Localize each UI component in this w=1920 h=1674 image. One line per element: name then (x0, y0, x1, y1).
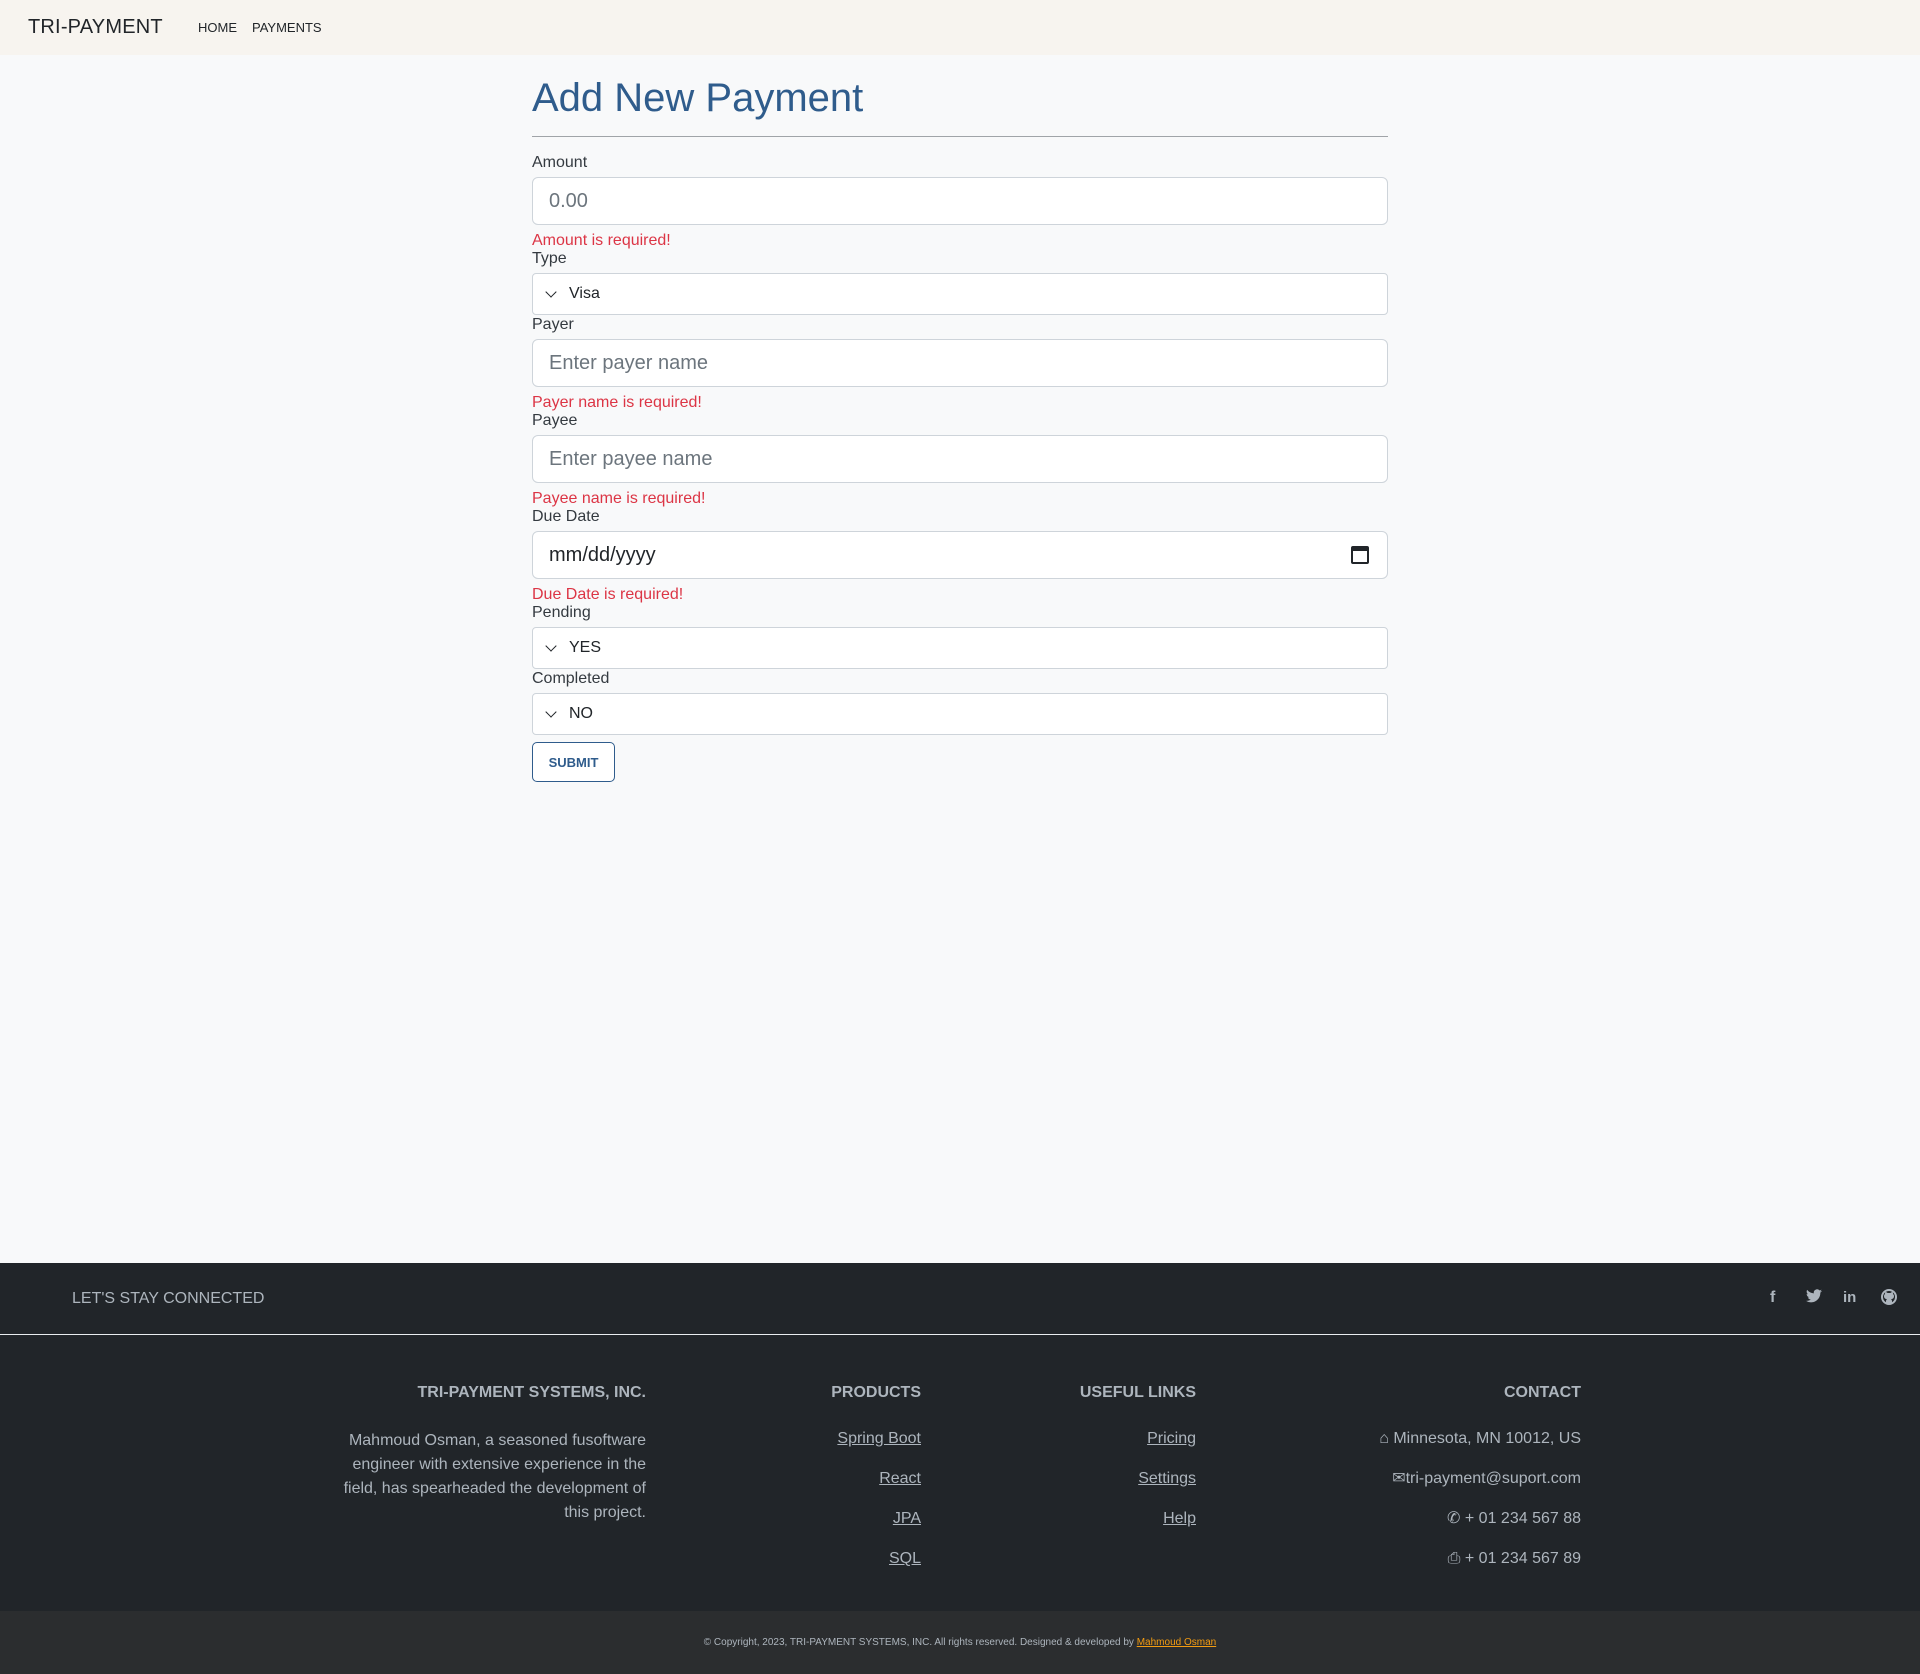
company-title: TRI-PAYMENT SYSTEMS, INC. (417, 1384, 646, 1401)
payee-error: Payee name is required! (532, 490, 706, 507)
chevron-down-icon (545, 705, 557, 718)
contact-title: CONTACT (1503, 1384, 1581, 1401)
footer-products-column: PRODUCTS Spring Boot React JPA SQL (780, 1384, 921, 1589)
navbar: TRI-PAYMENT HOME PAYMENTS (0, 0, 1920, 55)
type-select[interactable]: Visa (532, 273, 1388, 315)
nav-payments-link[interactable]: PAYMENTS (252, 20, 322, 35)
stay-connected-text: LET'S STAY CONNECTED (72, 1290, 265, 1307)
payer-error: Payer name is required! (532, 394, 702, 411)
contact-phone: ✆ + 01 234 567 88 (1447, 1510, 1581, 1527)
submit-button[interactable]: SUBMIT (532, 742, 615, 782)
calendar-icon[interactable] (1351, 546, 1369, 564)
type-select-value: Visa (569, 285, 600, 302)
due-date-error: Due Date is required! (532, 586, 684, 603)
product-link-jpa[interactable]: JPA (780, 1509, 921, 1549)
useful-link-help[interactable]: Help (1040, 1509, 1196, 1549)
payer-input[interactable]: Enter payer name (532, 339, 1388, 387)
due-date-label: Due Date (532, 508, 600, 525)
footer-useful-links-column: USEFUL LINKS Pricing Settings Help (1040, 1384, 1196, 1549)
facebook-icon[interactable]: f (1770, 1289, 1775, 1307)
product-link-sql[interactable]: SQL (780, 1549, 921, 1589)
contact-address: ⌂ Minnesota, MN 10012, US (1379, 1430, 1581, 1447)
payer-label: Payer (532, 316, 574, 333)
printer-icon: ⎙ (1447, 1550, 1461, 1567)
useful-link-pricing[interactable]: Pricing (1040, 1429, 1196, 1469)
title-divider (532, 136, 1388, 137)
completed-select-value: NO (569, 705, 593, 722)
footer: TRI-PAYMENT SYSTEMS, INC. Mahmoud Osman,… (0, 1335, 1920, 1611)
completed-select[interactable]: NO (532, 693, 1388, 735)
twitter-icon[interactable] (1806, 1289, 1822, 1308)
brand-logo[interactable]: TRI-PAYMENT (28, 16, 163, 39)
pending-select-value: YES (569, 639, 602, 656)
amount-input[interactable]: 0.00 (532, 177, 1388, 225)
payee-input[interactable]: Enter payee name (532, 435, 1388, 483)
payment-form: Add New Payment Amount 0.00 Amount is re… (532, 70, 1388, 782)
completed-label: Completed (532, 670, 610, 687)
pending-select[interactable]: YES (532, 627, 1388, 669)
useful-link-settings[interactable]: Settings (1040, 1469, 1196, 1509)
page-title: Add New Payment (532, 76, 864, 120)
developer-link[interactable]: Mahmoud Osman (1137, 1637, 1216, 1648)
products-title: PRODUCTS (831, 1384, 921, 1401)
amount-error: Amount is required! (532, 232, 671, 249)
chevron-down-icon (545, 285, 557, 298)
due-date-placeholder: mm/dd/yyyy (549, 543, 656, 566)
social-bar: LET'S STAY CONNECTED f in (0, 1263, 1920, 1335)
contact-fax: ⎙ + 01 234 567 89 (1447, 1550, 1581, 1567)
copyright-text: © Copyright, 2023, TRI-PAYMENT SYSTEMS, … (703, 1637, 1134, 1648)
company-description: Mahmoud Osman, a seasoned fusoftware eng… (343, 1432, 646, 1521)
github-icon[interactable] (1881, 1289, 1897, 1310)
footer-contact-column: CONTACT ⌂ Minnesota, MN 10012, US ✉tri-p… (1300, 1384, 1581, 1589)
product-link-spring-boot[interactable]: Spring Boot (780, 1429, 921, 1469)
useful-links-title: USEFUL LINKS (1079, 1384, 1196, 1401)
nav-home-link[interactable]: HOME (198, 20, 237, 35)
chevron-down-icon (545, 639, 557, 652)
product-link-react[interactable]: React (780, 1469, 921, 1509)
amount-label: Amount (532, 154, 588, 171)
due-date-input[interactable]: mm/dd/yyyy (532, 531, 1388, 579)
envelope-icon: ✉ (1392, 1470, 1406, 1487)
contact-email: ✉tri-payment@suport.com (1392, 1470, 1581, 1487)
phone-icon: ✆ (1447, 1510, 1461, 1527)
type-label: Type (532, 250, 567, 267)
pending-label: Pending (532, 604, 591, 621)
linkedin-icon[interactable]: in (1843, 1289, 1856, 1306)
home-icon: ⌂ (1379, 1430, 1389, 1447)
payee-label: Payee (532, 412, 578, 429)
copyright-bar: © Copyright, 2023, TRI-PAYMENT SYSTEMS, … (0, 1611, 1920, 1674)
footer-company-column: TRI-PAYMENT SYSTEMS, INC. Mahmoud Osman,… (340, 1384, 646, 1525)
